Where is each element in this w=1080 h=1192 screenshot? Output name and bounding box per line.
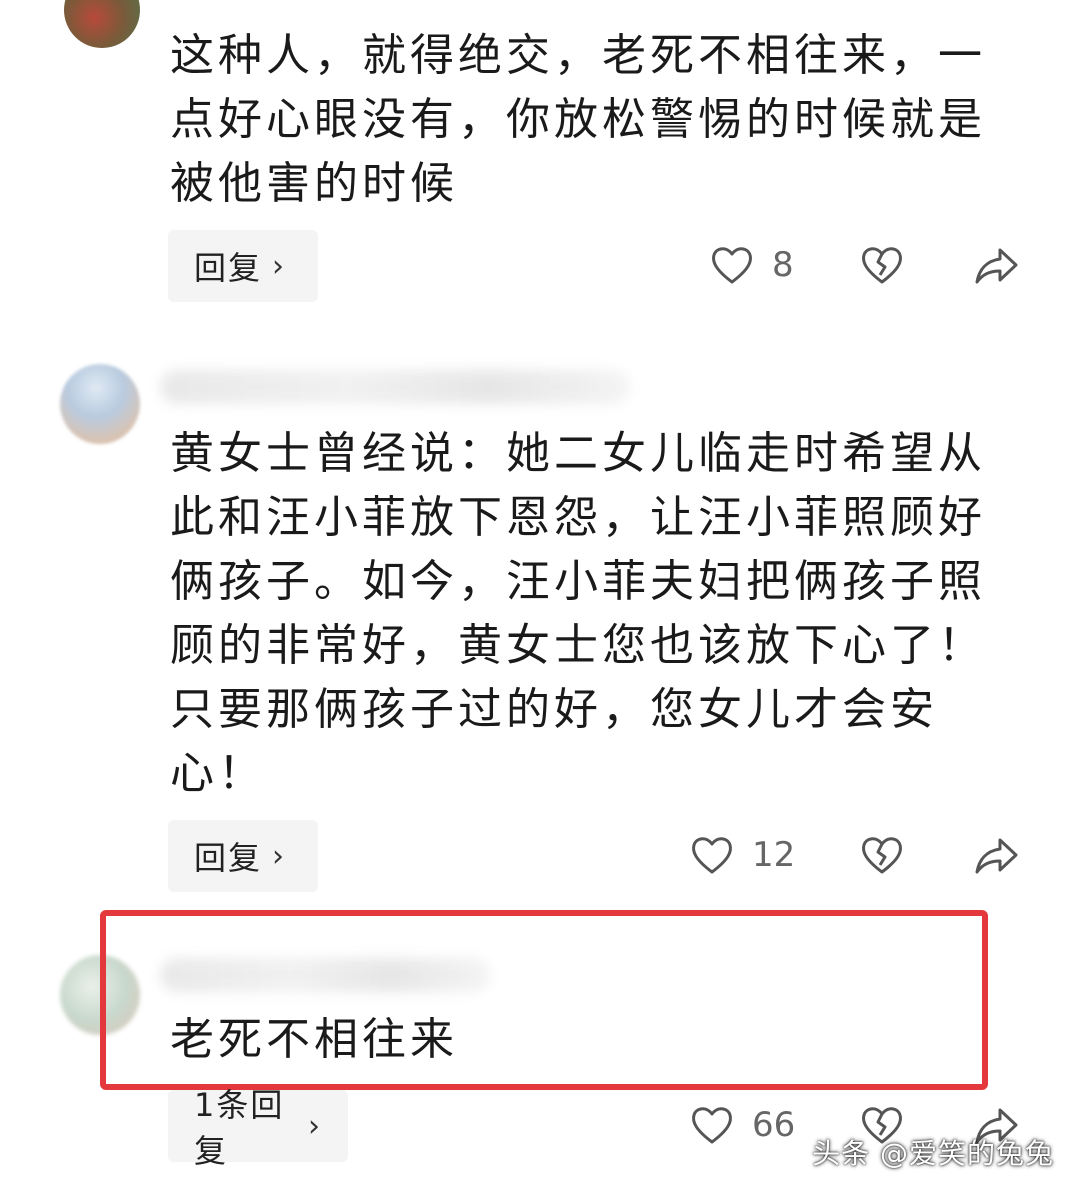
- share-icon: [975, 838, 1018, 874]
- like-count: 12: [752, 835, 796, 875]
- dislike-button[interactable]: [860, 834, 904, 876]
- share-button[interactable]: [974, 836, 1018, 876]
- comment-text: 这种人，就得绝交，老死不相往来，一点好心眼没有，你放松警惕的时候就是被他害的时候: [170, 30, 986, 209]
- reply-label: 1条回复: [194, 1086, 285, 1170]
- heart-icon: [692, 837, 732, 874]
- like-button[interactable]: 8: [710, 244, 794, 286]
- reply-label: 回复: [194, 839, 263, 877]
- like-count: 66: [752, 1105, 796, 1145]
- reply-button[interactable]: 回复 ›: [168, 230, 318, 302]
- like-button[interactable]: 66: [690, 1104, 795, 1146]
- broken-heart-icon: [862, 837, 902, 874]
- like-count: 8: [772, 245, 794, 285]
- heart-icon: [712, 247, 752, 284]
- avatar[interactable]: [60, 364, 140, 444]
- broken-heart-icon: [862, 247, 902, 284]
- reply-button[interactable]: 回复 ›: [168, 820, 318, 892]
- reply-button[interactable]: 1条回复 ›: [168, 1086, 348, 1170]
- chevron-right-icon: ›: [272, 248, 287, 284]
- comment-text: 黄女士曾经说：她二女儿临走时希望从此和汪小菲放下恩怨，让汪小菲照顾好俩孩子。如今…: [170, 428, 986, 799]
- highlight-box: [100, 910, 988, 1090]
- username-blurred[interactable]: [160, 370, 630, 404]
- share-icon: [975, 248, 1018, 284]
- chevron-right-icon: ›: [272, 838, 287, 874]
- reply-label: 回复: [194, 249, 263, 287]
- chevron-right-icon: ›: [308, 1108, 322, 1144]
- dislike-button[interactable]: [860, 244, 904, 286]
- avatar[interactable]: [64, 0, 140, 48]
- heart-icon: [692, 1107, 732, 1144]
- share-button[interactable]: [974, 246, 1018, 286]
- like-button[interactable]: 12: [690, 834, 795, 876]
- watermark: 头条 @爱笑的兔兔: [812, 1137, 1054, 1170]
